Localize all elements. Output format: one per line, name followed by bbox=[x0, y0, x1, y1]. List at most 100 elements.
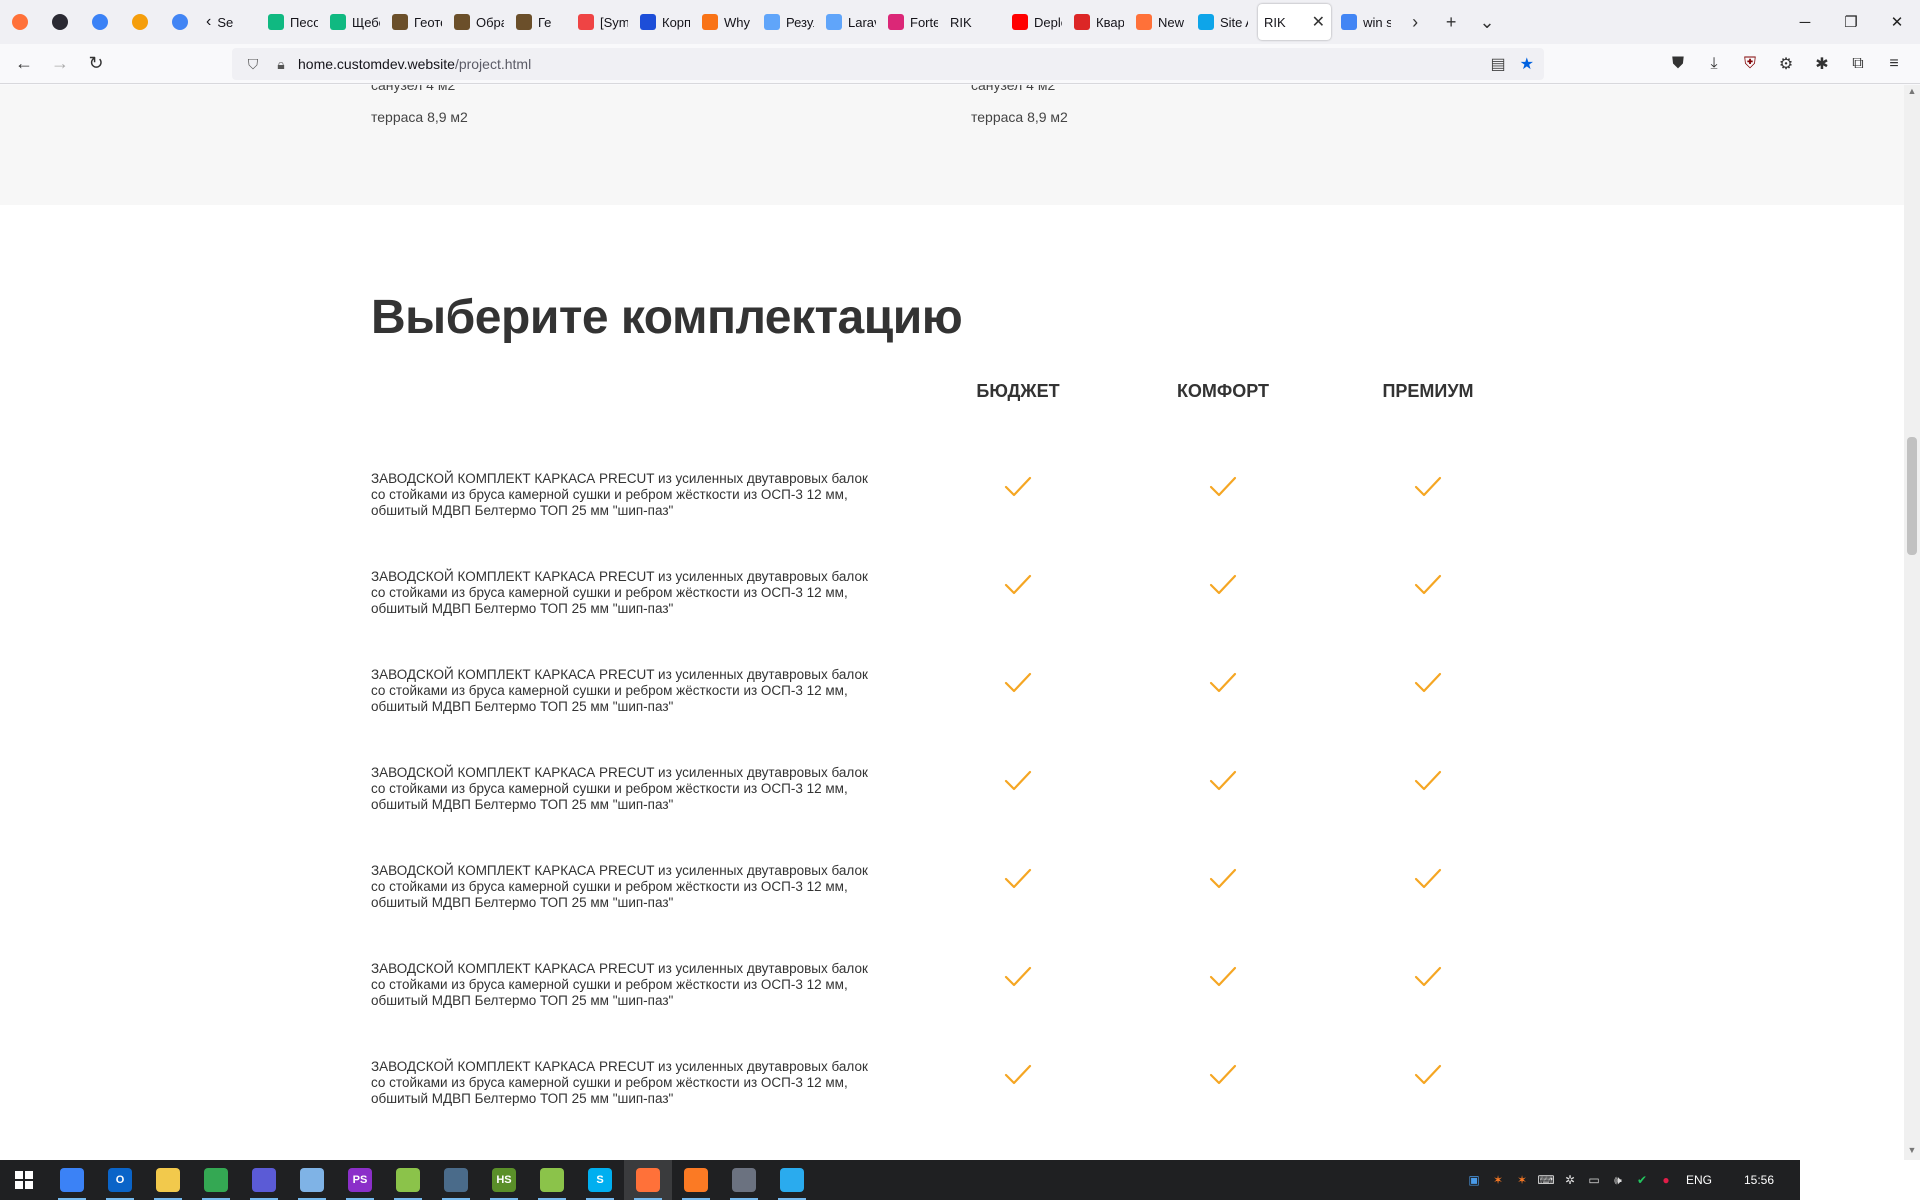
pocket-icon[interactable]: ⛊ bbox=[1660, 48, 1696, 80]
taskbar-app-button[interactable] bbox=[720, 1160, 768, 1200]
taskbar-app-button[interactable] bbox=[384, 1160, 432, 1200]
tab[interactable]: RIK bbox=[944, 4, 1006, 40]
network-tray-icon[interactable]: ▭ bbox=[1584, 1170, 1604, 1190]
tab[interactable]: Песок bbox=[262, 4, 324, 40]
scroll-thumb[interactable] bbox=[1907, 437, 1917, 555]
taskbar-app-button[interactable] bbox=[48, 1160, 96, 1200]
pinned-tab[interactable] bbox=[40, 4, 80, 40]
clock[interactable]: 15:56 bbox=[1722, 1173, 1796, 1187]
tab-favicon-icon bbox=[826, 14, 842, 30]
extension-bug-icon[interactable]: ✱ bbox=[1804, 48, 1840, 80]
xampp-tray-icon[interactable]: ✶ bbox=[1488, 1170, 1508, 1190]
language-indicator[interactable]: ENG bbox=[1686, 1173, 1712, 1187]
feature-description: ЗАВОДСКОЙ КОМПЛЕКТ КАРКАСА PRECUT из уси… bbox=[371, 471, 868, 518]
taskbar-app-button[interactable] bbox=[288, 1160, 336, 1200]
tab[interactable]: New T bbox=[1130, 4, 1192, 40]
tab[interactable]: win sc bbox=[1335, 4, 1397, 40]
bookmark-star-icon[interactable]: ★ bbox=[1520, 54, 1534, 74]
windows-taskbar: O PS HS S ▣ ✶ ✶ ⌨ ✲ ▭ 🕪︎ ✔ ● ENG 15:56 bbox=[0, 1160, 1920, 1200]
connection-lock-icon[interactable]: 🔒︎ bbox=[270, 56, 292, 73]
url-bar[interactable]: ⛉ 🔒︎ home.customdev.website/project.html… bbox=[232, 48, 1544, 80]
volume-icon[interactable]: 🕪︎ bbox=[1608, 1170, 1628, 1190]
tab[interactable]: Корп bbox=[634, 4, 696, 40]
tab-favicon-icon bbox=[268, 14, 284, 30]
taskbar-app-button[interactable] bbox=[240, 1160, 288, 1200]
tab[interactable]: [Symf bbox=[572, 4, 634, 40]
checkmark-comfort-icon bbox=[1209, 672, 1237, 693]
tab[interactable]: Why c bbox=[696, 4, 758, 40]
taskbar-app-button[interactable] bbox=[768, 1160, 816, 1200]
taskbar-app-button[interactable]: S bbox=[576, 1160, 624, 1200]
start-button[interactable] bbox=[0, 1160, 48, 1200]
taskbar-app-button[interactable] bbox=[624, 1160, 672, 1200]
security-check-icon[interactable]: ✔ bbox=[1632, 1170, 1652, 1190]
taskbar-app-button[interactable]: HS bbox=[480, 1160, 528, 1200]
hamburger-menu-icon[interactable]: ≡ bbox=[1876, 48, 1912, 80]
pinned-tab[interactable] bbox=[80, 4, 120, 40]
checkmark-budget-icon bbox=[1004, 574, 1032, 595]
extension-gear-icon[interactable]: ⚙ bbox=[1768, 48, 1804, 80]
pinned-tab[interactable] bbox=[160, 4, 200, 40]
minimize-button[interactable]: ─ bbox=[1782, 0, 1828, 44]
tab-scroll-right-icon[interactable]: › bbox=[1397, 4, 1433, 40]
taskbar-app-button[interactable] bbox=[528, 1160, 576, 1200]
list-all-tabs-button[interactable]: ⌄ bbox=[1469, 4, 1505, 40]
scroll-up-arrow-icon[interactable]: ▲ bbox=[1904, 86, 1920, 100]
chevron-left-icon[interactable]: ‹ bbox=[206, 13, 211, 31]
notification-area[interactable] bbox=[1800, 1160, 1920, 1200]
tab[interactable]: Fortel bbox=[882, 4, 944, 40]
tab[interactable]: Ге bbox=[510, 4, 572, 40]
tracking-protection-shield-icon[interactable]: ⛉ bbox=[242, 56, 264, 73]
vpn-tray-icon[interactable]: ● bbox=[1656, 1170, 1676, 1190]
reader-view-icon[interactable]: ▤ bbox=[1491, 54, 1506, 74]
pinned-tab[interactable] bbox=[120, 4, 160, 40]
taskbar-app-button[interactable] bbox=[672, 1160, 720, 1200]
network-manager-icon bbox=[444, 1168, 468, 1192]
taskbar-app-button[interactable] bbox=[144, 1160, 192, 1200]
translate-icon bbox=[172, 14, 188, 30]
tab-favicon-icon bbox=[1341, 14, 1358, 30]
close-tab-icon[interactable]: ✕ bbox=[1312, 12, 1325, 32]
forward-button[interactable]: → bbox=[42, 48, 78, 80]
tab[interactable]: Deplo bbox=[1006, 4, 1068, 40]
tab[interactable]: Site A bbox=[1192, 4, 1254, 40]
back-button[interactable]: ← bbox=[6, 48, 42, 80]
tab-favicon-icon bbox=[392, 14, 408, 30]
tab-favicon-icon bbox=[516, 14, 532, 30]
sync-icon bbox=[92, 14, 108, 30]
tab[interactable]: Резул bbox=[758, 4, 820, 40]
ublock-icon[interactable]: ⛨ bbox=[1732, 48, 1768, 80]
tab-active[interactable]: RIK ✕ bbox=[1258, 4, 1332, 40]
table-row: ЗАВОДСКОЙ КОМПЛЕКТ КАРКАСА PRECUT из уси… bbox=[0, 667, 1904, 747]
tab-favicon-icon bbox=[578, 14, 594, 30]
page-viewport: санузел 4 м2 терраса 8,9 м2 санузел 4 м2… bbox=[0, 85, 1904, 1160]
taskbar-app-button[interactable]: PS bbox=[336, 1160, 384, 1200]
column-budget-header: БЮДЖЕТ bbox=[976, 381, 1060, 401]
tab[interactable]: Larav bbox=[820, 4, 882, 40]
restore-button[interactable]: ❐ bbox=[1828, 0, 1874, 44]
taskbar-app-button[interactable]: O bbox=[96, 1160, 144, 1200]
tab[interactable]: Геоте bbox=[386, 4, 448, 40]
tab[interactable]: ‹ Se bbox=[200, 4, 262, 40]
tab[interactable]: Щебе bbox=[324, 4, 386, 40]
close-window-button[interactable]: ✕ bbox=[1874, 0, 1920, 44]
xampp-control-tray-icon[interactable]: ✶ bbox=[1512, 1170, 1532, 1190]
page-scrollbar[interactable]: ▲ ▼ bbox=[1904, 85, 1920, 1160]
taskbar-app-button[interactable] bbox=[432, 1160, 480, 1200]
speedometer-icon bbox=[132, 14, 148, 30]
reload-button[interactable]: ↻ bbox=[78, 48, 114, 80]
tab[interactable]: Кварт bbox=[1068, 4, 1130, 40]
pinned-tab[interactable] bbox=[0, 4, 40, 40]
keyboard-tray-icon[interactable]: ⌨ bbox=[1536, 1170, 1556, 1190]
heidisql-icon: HS bbox=[492, 1168, 516, 1192]
taskbar-app-button[interactable] bbox=[192, 1160, 240, 1200]
tab[interactable]: Образ bbox=[448, 4, 510, 40]
new-tab-button[interactable]: + bbox=[1433, 4, 1469, 40]
settings-tray-icon[interactable]: ✲ bbox=[1560, 1170, 1580, 1190]
outlook-tray-icon[interactable]: ▣ bbox=[1464, 1170, 1484, 1190]
extensions-puzzle-icon[interactable]: ⧉ bbox=[1840, 48, 1876, 80]
downloads-icon[interactable]: ⤓ bbox=[1696, 48, 1732, 80]
url-path: /project.html bbox=[454, 56, 532, 72]
section-title: Выберите комплектацию bbox=[371, 291, 963, 344]
scroll-down-arrow-icon[interactable]: ▼ bbox=[1904, 1145, 1920, 1159]
